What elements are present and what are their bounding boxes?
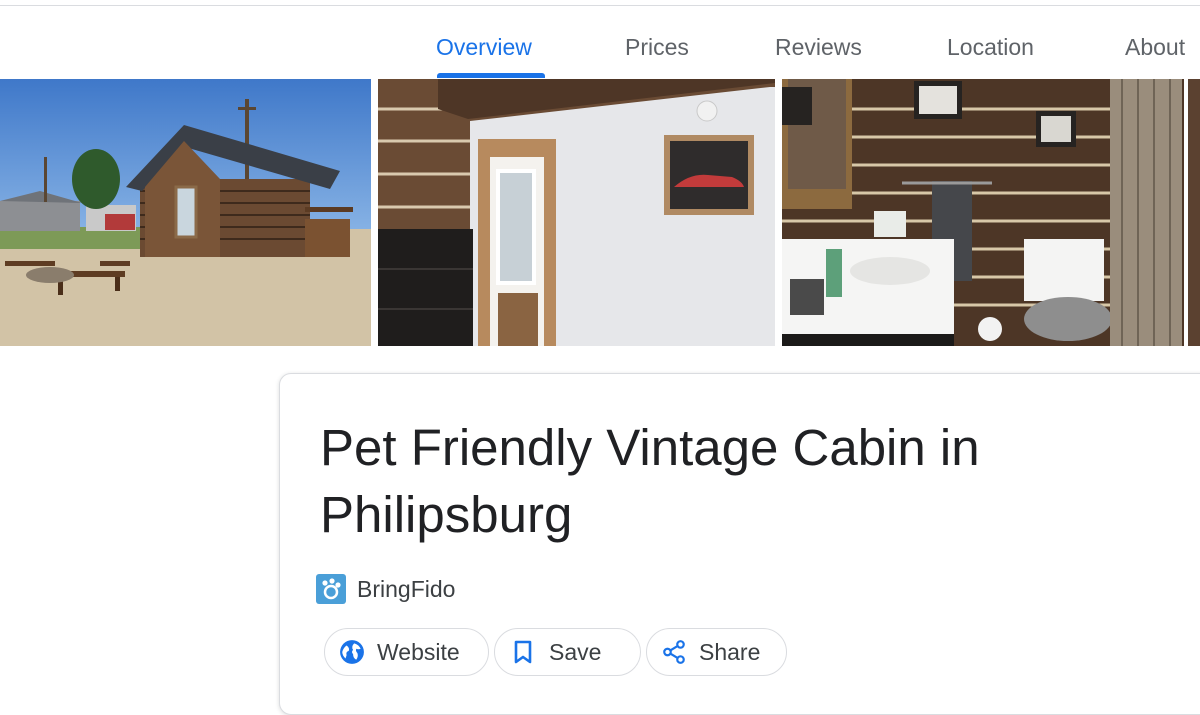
tab-bar: Overview Prices Reviews Location About [0,0,1200,79]
photo-exterior[interactable] [0,79,371,346]
source-link[interactable]: BringFido [316,574,455,604]
tab-reviews[interactable]: Reviews [775,34,862,61]
listing-title: Pet Friendly Vintage Cabin in Philipsbur… [320,414,1080,548]
save-button[interactable]: Save [494,628,641,676]
tab-location[interactable]: Location [947,34,1034,61]
save-button-label: Save [549,638,602,665]
tab-overview[interactable]: Overview [436,34,532,61]
bookmark-icon [513,639,533,665]
share-icon [661,639,687,665]
listing-title-line2: Philipsburg [320,486,573,543]
website-button-label: Website [377,638,460,665]
photo-bathroom[interactable] [782,79,1200,346]
share-button[interactable]: Share [646,628,787,676]
paw-icon [316,574,346,604]
globe-icon [339,639,365,665]
website-button[interactable]: Website [324,628,489,676]
tab-prices[interactable]: Prices [625,34,689,61]
share-button-label: Share [699,638,761,665]
listing-title-line1: Pet Friendly Vintage Cabin in [320,419,980,476]
active-tab-indicator [437,73,545,78]
tab-about[interactable]: About [1125,34,1185,61]
photo-gallery [0,79,1200,346]
photo-interior[interactable] [378,79,775,346]
source-name: BringFido [357,575,456,602]
listing-card: Pet Friendly Vintage Cabin in Philipsbur… [279,373,1200,715]
